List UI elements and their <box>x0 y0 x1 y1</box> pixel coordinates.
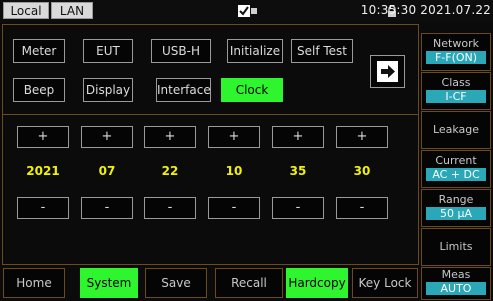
network-label: Network <box>433 37 479 50</box>
minute-decrement-button[interactable]: - <box>272 197 324 219</box>
hardcopy-softkey[interactable]: Hardcopy <box>286 268 348 298</box>
hour-increment-button[interactable]: + <box>208 126 260 148</box>
local-mode-tab[interactable]: Local <box>3 2 49 19</box>
interface-button[interactable]: Interface <box>156 78 211 102</box>
year-decrement-button[interactable]: - <box>17 197 69 219</box>
eut-button[interactable]: EUT <box>83 39 133 63</box>
lan-mode-tab[interactable]: LAN <box>51 2 93 19</box>
class-value: I-CF <box>426 90 486 103</box>
clock-button[interactable]: Clock <box>221 78 283 102</box>
save-softkey[interactable]: Save <box>145 268 207 298</box>
initialize-button[interactable]: Initialize <box>227 39 283 63</box>
beep-button[interactable]: Beep <box>13 78 65 102</box>
key-lock-softkey[interactable]: Key Lock <box>352 268 418 298</box>
datetime-display: 10:35:30 2021.07.22 <box>360 3 491 17</box>
month-increment-button[interactable]: + <box>81 126 133 148</box>
leakage-label: Leakage <box>432 123 480 136</box>
hour-decrement-button[interactable]: - <box>208 197 260 219</box>
leakage-softkey[interactable]: Leakage <box>421 111 491 149</box>
year-increment-button[interactable]: + <box>17 126 69 148</box>
month-value: 07 <box>98 164 116 178</box>
class-label: Class <box>441 76 471 89</box>
arrow-right-icon <box>377 61 398 82</box>
year-value: 2021 <box>26 164 60 178</box>
current-label: Current <box>435 154 477 167</box>
network-softkey[interactable]: Network F-F(ON) <box>421 33 491 71</box>
meter-button[interactable]: Meter <box>13 39 65 63</box>
meas-label: Meas <box>441 268 471 281</box>
range-value: 50 μA <box>426 207 486 220</box>
usb-icon <box>238 5 257 17</box>
system-softkey[interactable]: System <box>80 268 138 298</box>
network-value: F-F(ON) <box>426 51 486 64</box>
range-label: Range <box>438 193 474 206</box>
status-bar: Local LAN 10:35:30 2021.07.22 <box>0 0 493 22</box>
usb-h-button[interactable]: USB-H <box>151 39 211 63</box>
section-divider <box>3 114 418 115</box>
class-softkey[interactable]: Class I-CF <box>421 72 491 110</box>
hour-value: 10 <box>225 164 243 178</box>
day-decrement-button[interactable]: - <box>144 197 196 219</box>
month-decrement-button[interactable]: - <box>81 197 133 219</box>
next-page-button[interactable] <box>370 55 405 88</box>
minute-increment-button[interactable]: + <box>272 126 324 148</box>
day-value: 22 <box>161 164 179 178</box>
limits-softkey[interactable]: Limits <box>421 228 491 266</box>
meas-value: AUTO <box>426 282 486 295</box>
display-button[interactable]: Display <box>83 78 133 102</box>
meas-softkey[interactable]: Meas AUTO <box>421 267 491 300</box>
day-increment-button[interactable]: + <box>144 126 196 148</box>
recall-softkey[interactable]: Recall <box>215 268 283 298</box>
current-softkey[interactable]: Current AC + DC <box>421 150 491 188</box>
range-softkey[interactable]: Range 50 μA <box>421 189 491 227</box>
system-settings-panel: Meter EUT USB-H Initialize Self Test Bee… <box>2 24 419 265</box>
limits-label: Limits <box>439 240 473 253</box>
self-test-button[interactable]: Self Test <box>291 39 353 63</box>
second-increment-button[interactable]: + <box>336 126 388 148</box>
current-value: AC + DC <box>426 168 486 181</box>
second-value: 30 <box>353 164 371 178</box>
minute-value: 35 <box>289 164 307 178</box>
home-softkey[interactable]: Home <box>3 268 65 298</box>
second-decrement-button[interactable]: - <box>336 197 388 219</box>
